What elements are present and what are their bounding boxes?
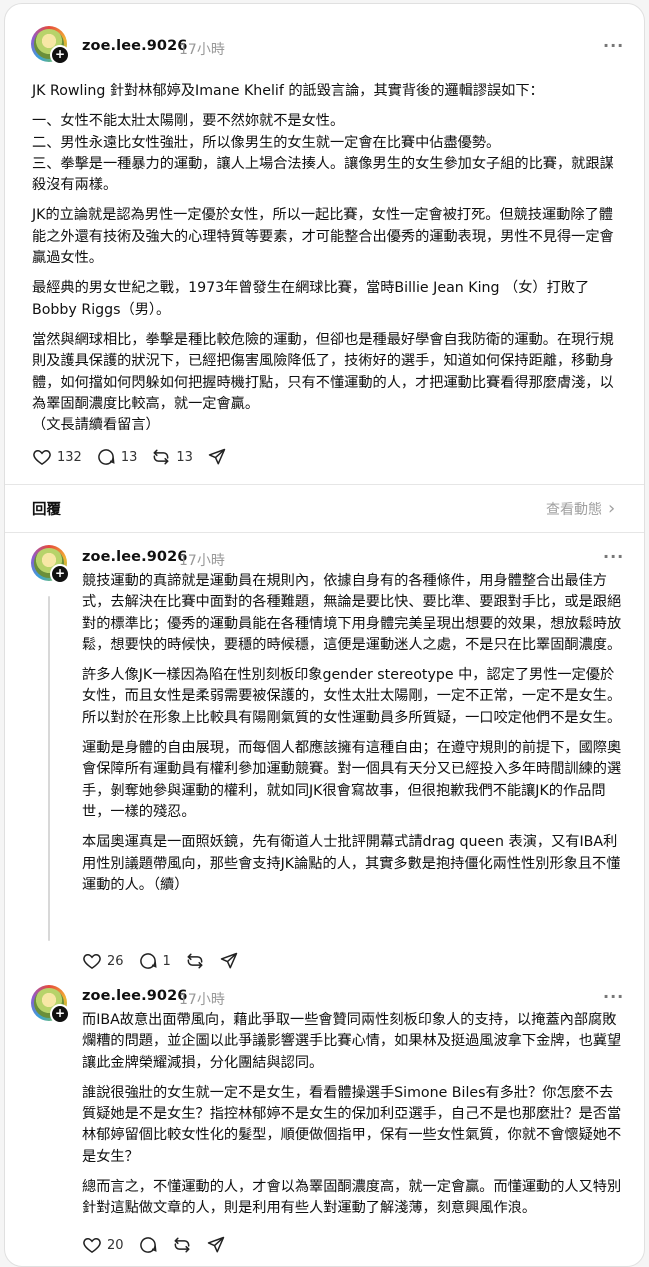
post-timestamp[interactable]: 17小時 xyxy=(179,989,225,1009)
post-body: JK Rowling 針對林郁婷及Imane Khelif 的詆毀言論，其實背後… xyxy=(32,81,624,445)
view-activity-link[interactable]: 查看動態 › xyxy=(546,499,615,519)
post-body: 競技運動的真諦就是運動員在規則內，依據自身有的各種條件，用身體整合出最佳方式，去… xyxy=(82,571,624,905)
post-paragraph: JK Rowling 針對林郁婷及Imane Khelif 的詆毀言論，其實背後… xyxy=(32,83,544,99)
divider xyxy=(5,484,644,485)
share-button[interactable] xyxy=(219,951,239,971)
post-body: 而IBA故意出面帶風向，藉此爭取一些會贊同兩性刻板印象人的支持，以掩蓋內部腐敗爛… xyxy=(82,1010,624,1229)
share-button[interactable] xyxy=(206,1235,226,1255)
send-icon xyxy=(207,1236,224,1253)
follow-plus-icon[interactable]: + xyxy=(50,45,70,65)
post-actions: 132 13 13 xyxy=(32,447,241,467)
comment-count: 1 xyxy=(162,953,171,969)
divider xyxy=(5,532,644,533)
post-paragraph: 誰說很強壯的女生就一定不是女生，看看體操選手Simone Biles有多壯？你怎… xyxy=(82,1084,622,1165)
post-timestamp[interactable]: 17小時 xyxy=(179,550,225,570)
chevron-right-icon: › xyxy=(608,498,616,519)
post-username[interactable]: zoe.lee.9026 xyxy=(82,549,187,565)
thread-card: + zoe.lee.9026 17小時 ··· JK Rowling 針對林郁婷… xyxy=(4,3,645,1267)
repost-button[interactable] xyxy=(172,1235,192,1255)
post-actions: 20 xyxy=(82,1235,240,1255)
comment-button[interactable] xyxy=(138,1235,158,1255)
avatar[interactable]: + xyxy=(31,985,70,1024)
comment-button[interactable]: 1 xyxy=(138,951,171,971)
avatar[interactable]: + xyxy=(31,545,70,584)
post-paragraph: 本屆奧運真是一面照妖鏡，先有衛道人士批評開幕式請drag queen 表演，又有… xyxy=(82,834,621,893)
like-button[interactable]: 132 xyxy=(32,447,82,467)
comment-button[interactable]: 13 xyxy=(96,447,138,467)
send-icon xyxy=(220,952,238,969)
avatar[interactable]: + xyxy=(31,26,70,65)
follow-plus-icon[interactable]: + xyxy=(50,1004,70,1024)
like-count: 20 xyxy=(107,1237,124,1253)
repost-icon xyxy=(153,449,169,465)
reply-tab[interactable]: 回覆 xyxy=(32,498,61,519)
repost-icon xyxy=(187,953,203,969)
heart-icon xyxy=(83,953,101,969)
thread-line xyxy=(48,596,50,941)
like-button[interactable]: 20 xyxy=(82,1235,124,1255)
send-icon xyxy=(208,448,226,465)
post-paragraph: 當然與網球相比，拳擊是種比較危險的運動，但卻也是種最好學會自我防衛的運動。在現行… xyxy=(32,331,614,434)
more-options-icon[interactable]: ··· xyxy=(603,36,624,55)
post-username[interactable]: zoe.lee.9026 xyxy=(82,38,187,54)
view-activity-label: 查看動態 xyxy=(546,502,602,518)
more-options-icon[interactable]: ··· xyxy=(603,987,624,1006)
post-paragraph: 一、女性不能太壯太陽剛，要不然妳就不是女性。 二、男性永遠比女性強壯，所以像男生… xyxy=(32,113,614,194)
post-paragraph: 而IBA故意出面帶風向，藉此爭取一些會贊同兩性刻板印象人的支持，以掩蓋內部腐敗爛… xyxy=(82,1012,622,1071)
post-paragraph: 競技運動的真諦就是運動員在規則內，依據自身有的各種條件，用身體整合出最佳方式，去… xyxy=(82,573,622,653)
post-timestamp[interactable]: 17小時 xyxy=(179,39,225,59)
like-count: 132 xyxy=(57,449,82,465)
like-button[interactable]: 26 xyxy=(82,951,124,971)
share-button[interactable] xyxy=(207,447,227,467)
comment-icon xyxy=(139,1237,157,1253)
repost-button[interactable] xyxy=(185,951,205,971)
post-paragraph: 許多人像JK一樣因為陷在性別刻板印象gender stereotype 中，認定… xyxy=(82,667,622,726)
heart-icon xyxy=(33,449,51,465)
post-paragraph: 最經典的男女世紀之戰，1973年曾發生在網球比賽，當時Billie Jean K… xyxy=(32,280,590,318)
comment-count: 13 xyxy=(120,449,138,465)
post-paragraph: 總而言之，不懂運動的人，才會以為睪固酮濃度高，就一定會贏。而懂運動的人又特別針對… xyxy=(82,1179,622,1217)
repost-count: 13 xyxy=(176,449,193,465)
post-paragraph: 運動是身體的自由展現，而每個人都應該擁有這種自由；在遵守規則的前提下，國際奧會保… xyxy=(82,740,622,820)
comment-icon xyxy=(98,449,115,465)
post-username[interactable]: zoe.lee.9026 xyxy=(82,988,187,1004)
comment-icon xyxy=(139,953,157,969)
post-paragraph: JK的立論就是認為男性一定優於女性，所以一起比賽，女性一定會被打死。但競技運動除… xyxy=(32,207,614,267)
more-options-icon[interactable]: ··· xyxy=(603,547,624,566)
post-actions: 26 1 xyxy=(82,951,253,971)
repost-button[interactable]: 13 xyxy=(151,447,193,467)
heart-icon xyxy=(83,1237,101,1253)
follow-plus-icon[interactable]: + xyxy=(50,564,70,584)
repost-icon xyxy=(174,1237,189,1253)
like-count: 26 xyxy=(107,953,124,969)
